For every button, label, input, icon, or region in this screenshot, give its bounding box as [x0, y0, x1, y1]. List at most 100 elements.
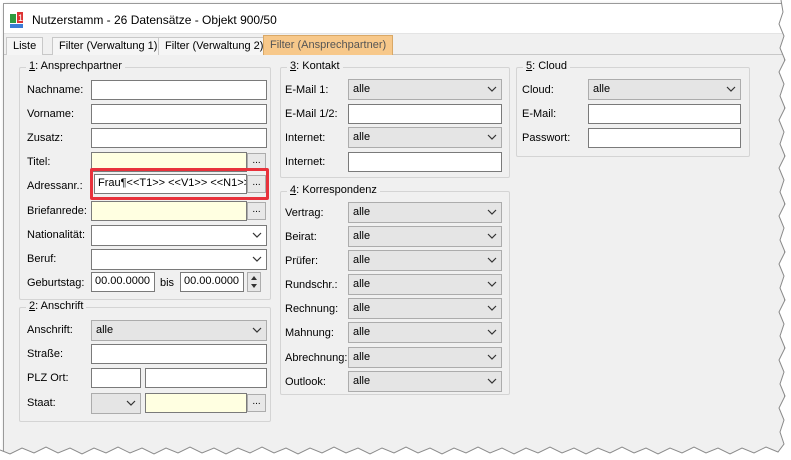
anschrift-label: Anschrift: — [27, 324, 73, 336]
chevron-down-icon — [487, 281, 497, 287]
internet2-input[interactable] — [348, 152, 502, 172]
email12-label: E-Mail 1/2: — [285, 108, 338, 120]
nationalitaet-select[interactable] — [91, 225, 267, 246]
outlook-label: Outlook: — [285, 376, 326, 388]
rundschr-select[interactable]: alle — [348, 274, 502, 295]
app-icon: 1 — [10, 12, 23, 28]
tab-filter-ansprechpartner[interactable]: Filter (Ansprechpartner) — [263, 35, 394, 55]
group-ansprechpartner-title: 1: Ansprechpartner — [26, 60, 125, 72]
briefanrede-ellipsis-button[interactable]: ... — [247, 202, 266, 220]
briefanrede-label: Briefanrede: — [27, 205, 87, 217]
strasse-input[interactable] — [91, 344, 267, 364]
app-window: 1 Nutzerstamm - 26 Datensätze - Objekt 9… — [3, 3, 785, 455]
plz-ort-label: PLZ Ort: — [27, 372, 69, 384]
adressanr-label: Adressanr.: — [27, 180, 83, 192]
beirat-label: Beirat: — [285, 231, 317, 243]
email1-select-value: alle — [353, 83, 371, 95]
staat-ellipsis-button[interactable]: ... — [247, 394, 266, 412]
pruefer-select-value: alle — [353, 254, 371, 266]
staat-select[interactable] — [91, 393, 141, 414]
chevron-down-icon — [487, 329, 497, 335]
chevron-down-icon — [487, 134, 497, 140]
beruf-select[interactable] — [91, 249, 267, 270]
beruf-label: Beruf: — [27, 253, 57, 265]
plz-input[interactable] — [91, 368, 141, 388]
geburtstag-to-input[interactable]: 00.00.0000 — [180, 272, 244, 292]
chevron-down-icon — [126, 400, 136, 406]
group-korrespondenz-title: 4: Korrespondenz — [287, 184, 380, 196]
outlook-select[interactable]: alle — [348, 371, 502, 392]
pruefer-select[interactable]: alle — [348, 250, 502, 271]
anschrift-select[interactable]: alle — [91, 320, 267, 341]
outlook-select-value: alle — [353, 375, 371, 387]
mahnung-select-value: alle — [353, 326, 371, 338]
ort-input[interactable] — [145, 368, 267, 388]
rundschr-select-value: alle — [353, 278, 371, 290]
vorname-input[interactable] — [91, 104, 267, 124]
chevron-down-icon — [487, 209, 497, 215]
chevron-down-icon — [487, 378, 497, 384]
cloud-label: Cloud: — [522, 84, 554, 96]
cloud-email-input[interactable] — [588, 104, 741, 124]
briefanrede-input[interactable] — [91, 201, 247, 221]
email1-select[interactable]: alle — [348, 79, 502, 100]
tab-filter-verwaltung-1[interactable]: Filter (Verwaltung 1) — [52, 37, 165, 55]
geburtstag-label: Geburtstag: — [27, 277, 85, 289]
window-title: Nutzerstamm - 26 Datensätze - Objekt 900… — [32, 13, 277, 27]
internet-select[interactable]: alle — [348, 127, 502, 148]
arrow-down-icon[interactable] — [248, 282, 260, 291]
vertrag-select[interactable]: alle — [348, 202, 502, 223]
abrechnung-label: Abrechnung: — [285, 352, 348, 364]
beirat-select-value: alle — [353, 230, 371, 242]
tab-bar: Liste Filter (Verwaltung 1) Filter (Verw… — [4, 35, 784, 55]
chevron-down-icon — [487, 354, 497, 360]
abrechnung-select[interactable]: alle — [348, 347, 502, 368]
chevron-down-icon — [252, 256, 262, 262]
cloud-select-value: alle — [593, 83, 611, 95]
geburtstag-spinner[interactable] — [247, 272, 261, 292]
email1-label: E-Mail 1: — [285, 84, 329, 96]
mahnung-select[interactable]: alle — [348, 322, 502, 343]
zusatz-label: Zusatz: — [27, 132, 64, 144]
nachname-label: Nachname: — [27, 84, 84, 96]
geburtstag-from-input[interactable]: 00.00.0000 — [91, 272, 155, 292]
cloud-select[interactable]: alle — [588, 79, 741, 100]
bis-label: bis — [160, 277, 175, 289]
zusatz-input[interactable] — [91, 128, 267, 148]
chevron-down-icon — [726, 86, 736, 92]
rechnung-label: Rechnung: — [285, 303, 339, 315]
vorname-label: Vorname: — [27, 108, 75, 120]
vertrag-select-value: alle — [353, 206, 371, 218]
chevron-down-icon — [487, 305, 497, 311]
tab-liste[interactable]: Liste — [6, 37, 44, 55]
rechnung-select-value: alle — [353, 302, 371, 314]
chevron-down-icon — [487, 257, 497, 263]
chevron-down-icon — [252, 232, 262, 238]
group-anschrift-title: 2: Anschrift — [26, 300, 87, 312]
group-cloud-title: 5: Cloud — [523, 60, 570, 72]
rechnung-select[interactable]: alle — [348, 298, 502, 319]
internet2-label: Internet: — [285, 156, 326, 168]
group-kontakt-title: 3: Kontakt — [287, 60, 343, 72]
tab-filter-verwaltung-2[interactable]: Filter (Verwaltung 2) — [158, 37, 271, 55]
email12-input[interactable] — [348, 104, 502, 124]
arrow-up-icon[interactable] — [248, 273, 260, 282]
staat-label: Staat: — [27, 397, 56, 409]
internet-select-value: alle — [353, 131, 371, 143]
pruefer-label: Prüfer: — [285, 255, 319, 267]
highlight-box — [90, 168, 269, 200]
vertrag-label: Vertrag: — [285, 207, 324, 219]
chevron-down-icon — [487, 86, 497, 92]
beirat-select[interactable]: alle — [348, 226, 502, 247]
titel-label: Titel: — [27, 156, 51, 168]
passwort-input[interactable] — [588, 128, 741, 148]
staat-input[interactable] — [145, 393, 247, 413]
passwort-label: Passwort: — [522, 132, 571, 144]
chevron-down-icon — [252, 327, 262, 333]
rundschr-label: Rundschr.: — [285, 279, 338, 291]
mahnung-label: Mahnung: — [285, 327, 334, 339]
cloud-email-label: E-Mail: — [522, 108, 557, 120]
nachname-input[interactable] — [91, 80, 267, 100]
abrechnung-select-value: alle — [353, 351, 371, 363]
anschrift-select-value: alle — [96, 324, 114, 336]
